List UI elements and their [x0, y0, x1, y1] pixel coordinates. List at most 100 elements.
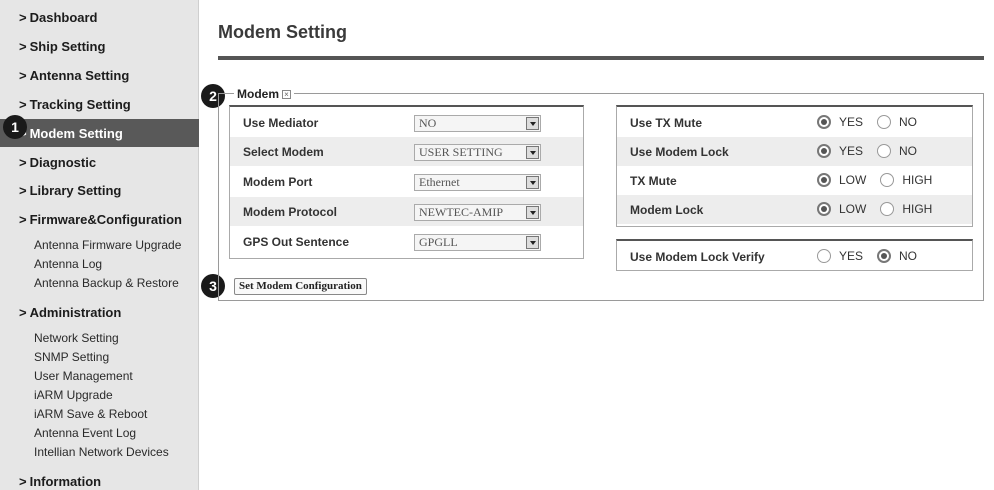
radio-high[interactable] — [880, 202, 895, 216]
radio-no[interactable] — [877, 144, 892, 158]
use-mediator-select[interactable]: NO — [414, 115, 541, 132]
radio-label: LOW — [839, 173, 867, 187]
nav-modem-setting[interactable]: >Modem Setting — [0, 119, 199, 147]
nav-sub-network-setting[interactable]: Network Setting — [34, 331, 119, 346]
nav-sub-user-management[interactable]: User Management — [34, 369, 133, 384]
radio-label: LOW — [839, 202, 867, 216]
radio-label: HIGH — [902, 202, 933, 216]
form-row: GPS Out Sentence GPGLL — [230, 227, 583, 256]
form-row: Use TX Mute YES NO — [617, 108, 972, 137]
radio-no[interactable] — [877, 115, 892, 129]
chevron-right-icon: > — [19, 96, 27, 112]
nav-sub-antenna-firmware-upgrade[interactable]: Antenna Firmware Upgrade — [34, 238, 181, 253]
radio-yes[interactable] — [817, 249, 831, 263]
form-row: Modem Port Ethernet — [230, 167, 583, 196]
form-row: Modem Protocol NEWTEC-AMIP — [230, 197, 583, 226]
nav-sub-antenna-backup-restore[interactable]: Antenna Backup & Restore — [34, 276, 179, 291]
radio-yes[interactable] — [817, 115, 831, 129]
modem-port-select[interactable]: Ethernet — [414, 174, 541, 191]
nav-label: Administration — [29, 304, 122, 320]
modem-protocol-select[interactable]: NEWTEC-AMIP — [414, 204, 541, 221]
nav-label: Ship Setting — [29, 38, 106, 54]
callout-badge-1: 1 — [3, 115, 27, 139]
nav-sub-snmp-setting[interactable]: SNMP Setting — [34, 350, 109, 365]
form-row: Modem Lock LOW HIGH — [617, 195, 972, 224]
nav-diagnostic[interactable]: > Diagnostic — [0, 148, 199, 176]
nav-sub-antenna-log[interactable]: Antenna Log — [34, 257, 102, 272]
select-modem-select[interactable]: USER SETTING — [414, 144, 541, 161]
radio-label: NO — [899, 144, 918, 158]
chevron-right-icon: > — [19, 67, 27, 83]
dropdown-arrow-icon — [526, 117, 539, 130]
radio-label: NO — [899, 249, 918, 263]
collapse-icon[interactable]: × — [282, 89, 291, 99]
radio-no[interactable] — [877, 249, 892, 263]
section-legend: Modem × — [234, 87, 294, 101]
nav-information[interactable]: > Information — [0, 467, 199, 490]
row-label: Modem Lock — [630, 203, 704, 217]
select-value: GPGLL — [419, 235, 458, 249]
radio-low[interactable] — [817, 202, 831, 216]
nav-sub-iarm-save-reboot[interactable]: iARM Save & Reboot — [34, 407, 147, 422]
chevron-right-icon: > — [19, 473, 27, 489]
nav-dashboard[interactable]: > Dashboard — [0, 3, 199, 31]
nav-label: Diagnostic — [29, 154, 97, 170]
radio-label: NO — [899, 115, 918, 129]
nav-label: Modem Setting — [29, 125, 123, 141]
dropdown-arrow-icon — [526, 176, 539, 189]
row-label: Modem Port — [243, 175, 313, 189]
row-label: Modem Protocol — [243, 205, 338, 219]
nav-administration[interactable]: > Administration — [0, 298, 199, 326]
sidebar: > Dashboard > Ship Setting > Antenna Settin… — [0, 0, 199, 490]
nav-firmware-configuration[interactable]: > Firmware&Configuration — [0, 205, 199, 233]
form-row: Use Modem Lock YES NO — [617, 137, 972, 166]
nav-tracking-setting[interactable]: > Tracking Setting — [0, 90, 199, 118]
nav-label: Information — [29, 473, 102, 489]
form-row: Use Modem Lock Verify YES NO — [617, 242, 972, 271]
radio-low[interactable] — [817, 173, 831, 187]
row-label: Use Modem Lock Verify — [630, 250, 765, 264]
row-label: Use Mediator — [243, 116, 319, 130]
dropdown-arrow-icon — [526, 146, 539, 159]
form-row: Select Modem USER SETTING — [230, 137, 583, 166]
row-label: Use Modem Lock — [630, 145, 729, 159]
chevron-right-icon: > — [19, 154, 27, 170]
chevron-right-icon: > — [19, 211, 27, 227]
nav-label: Firmware&Configuration — [29, 211, 182, 227]
chevron-right-icon: > — [19, 38, 27, 54]
select-value: USER SETTING — [419, 145, 503, 159]
use-modem-lock-verify-radio-group: YES NO — [817, 249, 931, 263]
nav-sub-antenna-event-log[interactable]: Antenna Event Log — [34, 426, 136, 441]
chevron-right-icon: > — [19, 9, 27, 25]
row-label: TX Mute — [630, 174, 677, 188]
nav-label: Dashboard — [29, 9, 98, 25]
row-label: GPS Out Sentence — [243, 235, 350, 249]
tx-mute-radio-group: LOW HIGH — [817, 173, 946, 187]
nav-label: Tracking Setting — [29, 96, 131, 112]
modem-lock-radio-group: LOW HIGH — [817, 202, 946, 216]
chevron-right-icon: > — [19, 304, 27, 320]
nav-sub-iarm-upgrade[interactable]: iARM Upgrade — [34, 388, 113, 403]
use-tx-mute-radio-group: YES NO — [817, 115, 931, 129]
nav-label: Library Setting — [29, 182, 122, 198]
nav-antenna-setting[interactable]: > Antenna Setting — [0, 61, 199, 89]
radio-label: YES — [839, 115, 864, 129]
nav-sub-intellian-network-devices[interactable]: Intellian Network Devices — [34, 445, 169, 460]
set-modem-configuration-button[interactable]: Set Modem Configuration — [234, 278, 367, 295]
page-title: Modem Setting — [218, 22, 347, 42]
dropdown-arrow-icon — [526, 206, 539, 219]
nav-label: Antenna Setting — [29, 67, 130, 83]
gps-out-sentence-select[interactable]: GPGLL — [414, 234, 541, 251]
modem-right-panel: Use TX Mute YES NO Use Modem Lock YES NO… — [616, 105, 973, 227]
radio-yes[interactable] — [817, 144, 831, 158]
row-label: Use TX Mute — [630, 116, 703, 130]
radio-label: HIGH — [902, 173, 933, 187]
nav-ship-setting[interactable]: > Ship Setting — [0, 32, 199, 60]
form-row: TX Mute LOW HIGH — [617, 166, 972, 195]
nav-library-setting[interactable]: > Library Setting — [0, 176, 199, 204]
select-value: Ethernet — [419, 175, 460, 189]
radio-high[interactable] — [880, 173, 895, 187]
title-divider — [218, 56, 984, 60]
modem-left-panel: Use Mediator NO Select Modem USER SETTIN… — [229, 105, 584, 259]
select-value: NO — [419, 116, 437, 130]
